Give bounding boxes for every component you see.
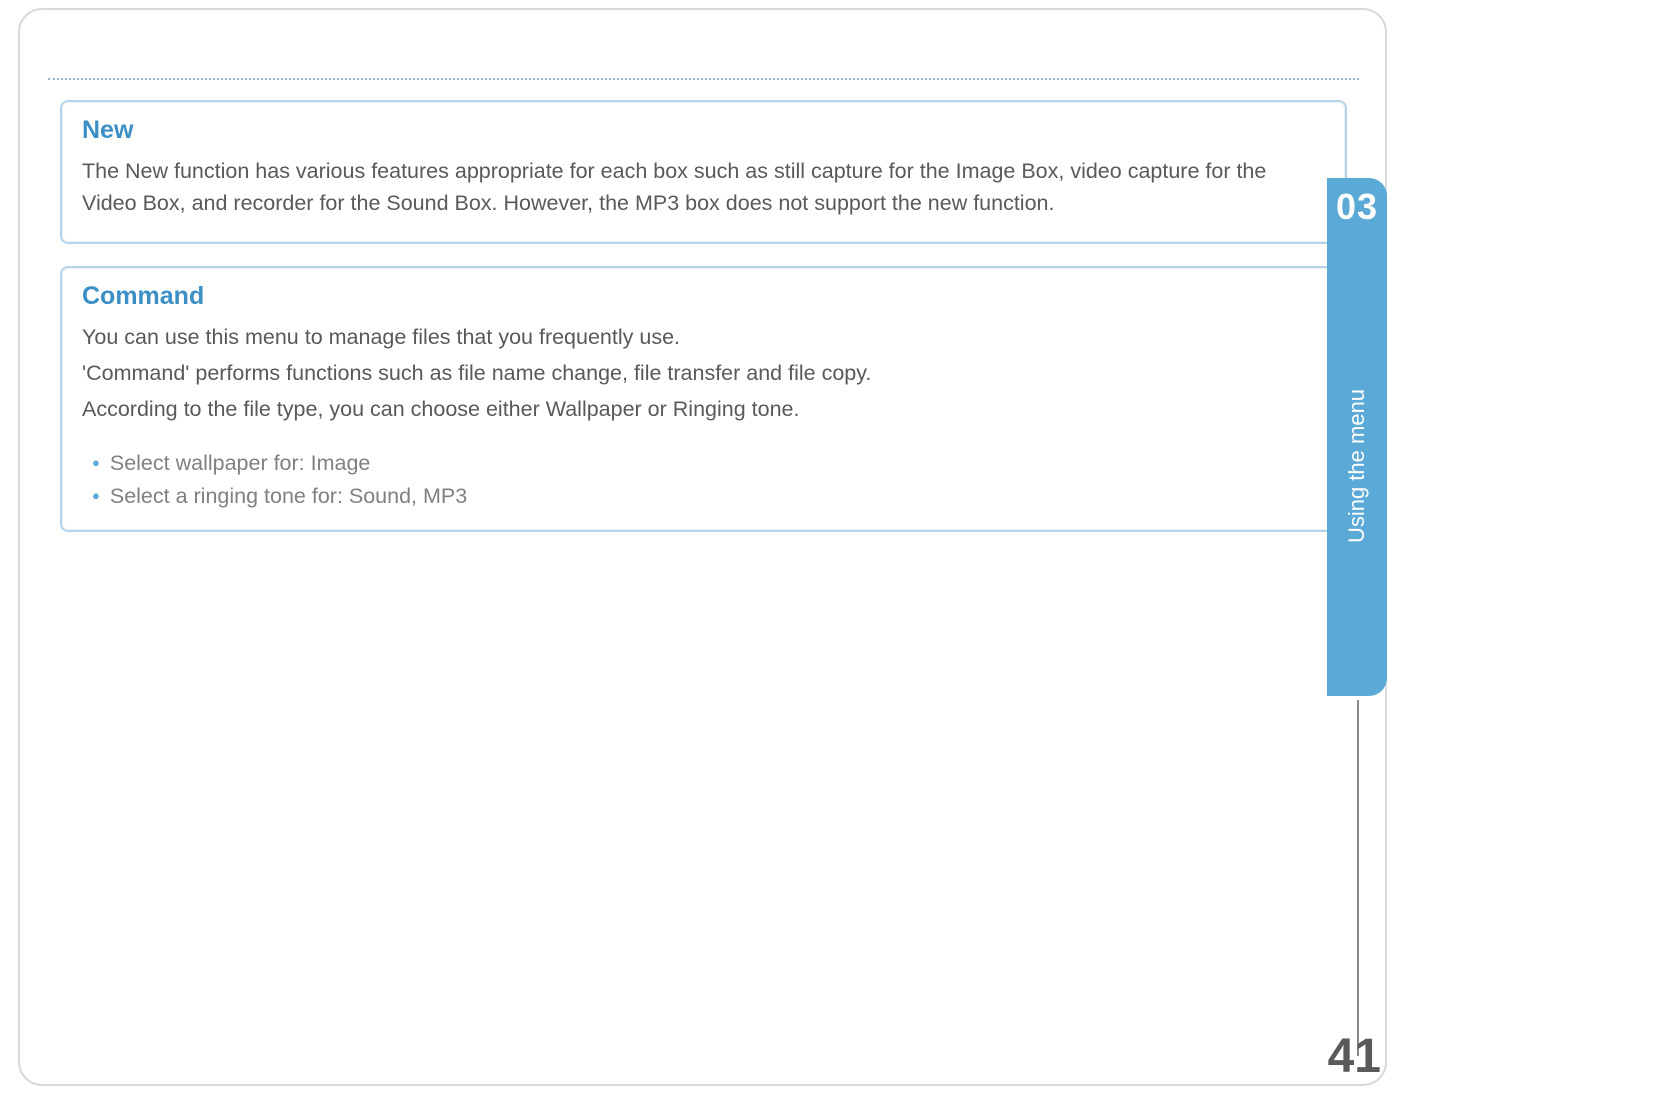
section-title-new: New — [82, 116, 1325, 145]
command-line-1: You can use this menu to manage files th… — [82, 321, 1325, 353]
chapter-number: 03 — [1336, 186, 1378, 228]
section-title-command: Command — [82, 282, 1325, 311]
command-bullets: Select wallpaper for: Image Select a rin… — [82, 447, 1325, 512]
list-item: Select wallpaper for: Image — [92, 447, 1325, 479]
info-box-new: New The New function has various feature… — [60, 100, 1347, 244]
command-line-2: 'Command' performs functions such as fil… — [82, 357, 1325, 389]
chapter-label-tab: Using the menu — [1327, 236, 1387, 696]
section-body-command: You can use this menu to manage files th… — [82, 321, 1325, 512]
section-body-new: The New function has various features ap… — [82, 155, 1325, 220]
chapter-tab: 03 — [1327, 178, 1387, 236]
content-area: New The New function has various feature… — [60, 100, 1347, 554]
vertical-separator — [1357, 700, 1359, 1056]
new-paragraph: The New function has various features ap… — [82, 155, 1325, 220]
chapter-label: Using the menu — [1344, 389, 1370, 543]
page-number: 41 — [1328, 1029, 1381, 1084]
info-box-command: Command You can use this menu to manage … — [60, 266, 1347, 532]
command-line-3: According to the file type, you can choo… — [82, 393, 1325, 425]
list-item: Select a ringing tone for: Sound, MP3 — [92, 480, 1325, 512]
dotted-separator — [48, 78, 1359, 80]
